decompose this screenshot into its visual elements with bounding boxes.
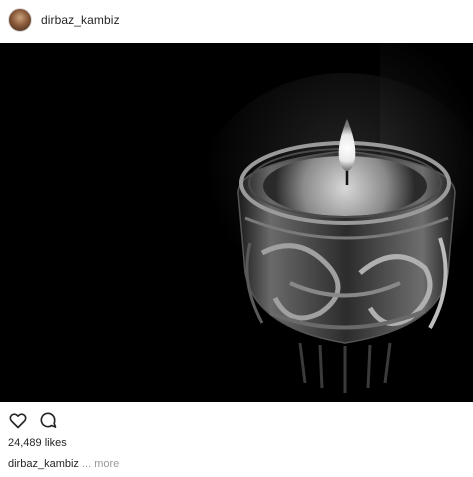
- action-bar: [8, 409, 58, 431]
- heart-icon[interactable]: [8, 410, 28, 430]
- comment-icon[interactable]: [38, 410, 58, 430]
- post-header: dirbaz_kambiz: [0, 0, 473, 40]
- caption: dirbaz_kambiz ... more: [8, 458, 119, 470]
- likes-count[interactable]: 24,489 likes: [8, 437, 67, 449]
- caption-more-link[interactable]: ... more: [82, 458, 119, 470]
- username-link[interactable]: dirbaz_kambiz: [41, 13, 120, 27]
- avatar[interactable]: [8, 8, 32, 32]
- post-image[interactable]: [0, 43, 473, 402]
- caption-username[interactable]: dirbaz_kambiz: [8, 458, 79, 470]
